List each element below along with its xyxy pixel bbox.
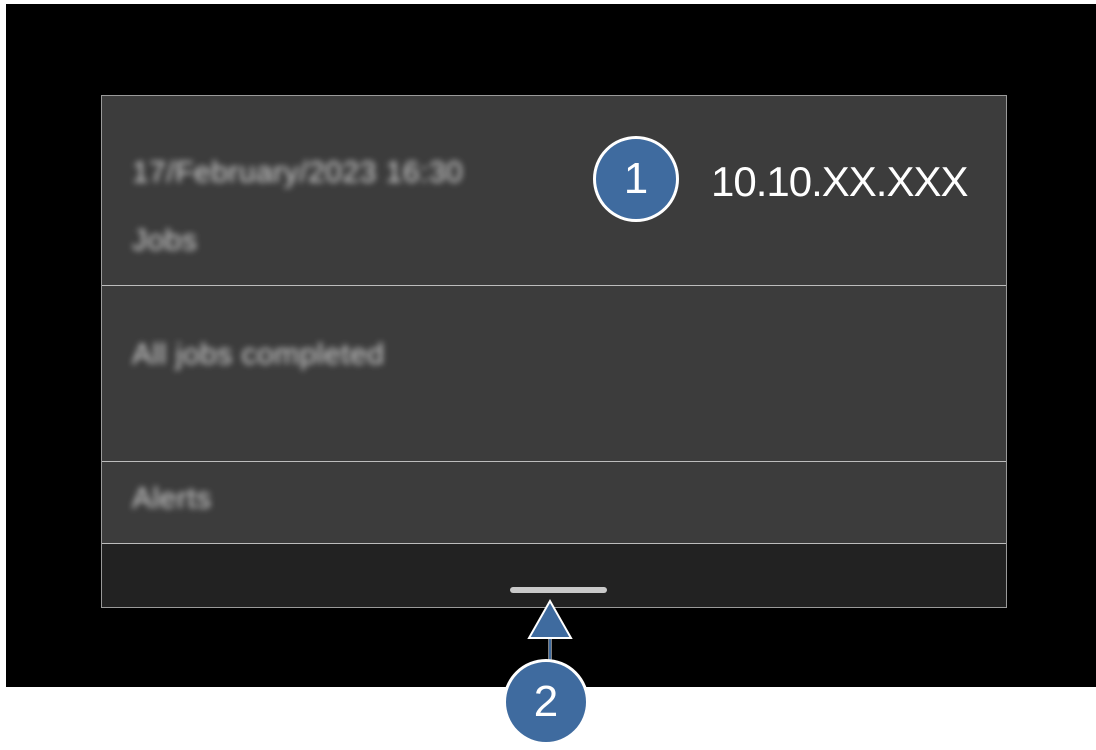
notification-panel: 17/February/2023 16:30 Jobs 10.10.XX.XXX… <box>101 95 1007 608</box>
device-screen: 17/February/2023 16:30 Jobs 10.10.XX.XXX… <box>6 4 1096 687</box>
job-status-text: All jobs completed <box>132 338 385 371</box>
drag-handle[interactable] <box>510 587 607 593</box>
alerts-label: Alerts <box>132 482 212 515</box>
panel-footer <box>102 544 1006 607</box>
callout-2-badge: 2 <box>503 659 589 745</box>
alerts-row[interactable]: Alerts <box>102 462 1006 544</box>
figure-stage: 17/February/2023 16:30 Jobs 10.10.XX.XXX… <box>0 0 1096 750</box>
datetime-label: 17/February/2023 16:30 <box>132 156 464 189</box>
ip-address-label: 10.10.XX.XXX <box>711 158 969 205</box>
job-status-row[interactable]: All jobs completed <box>102 286 1006 462</box>
panel-header[interactable]: 17/February/2023 16:30 Jobs 10.10.XX.XXX <box>102 96 1006 286</box>
jobs-label: Jobs <box>132 224 198 257</box>
callout-1-badge: 1 <box>593 136 679 222</box>
